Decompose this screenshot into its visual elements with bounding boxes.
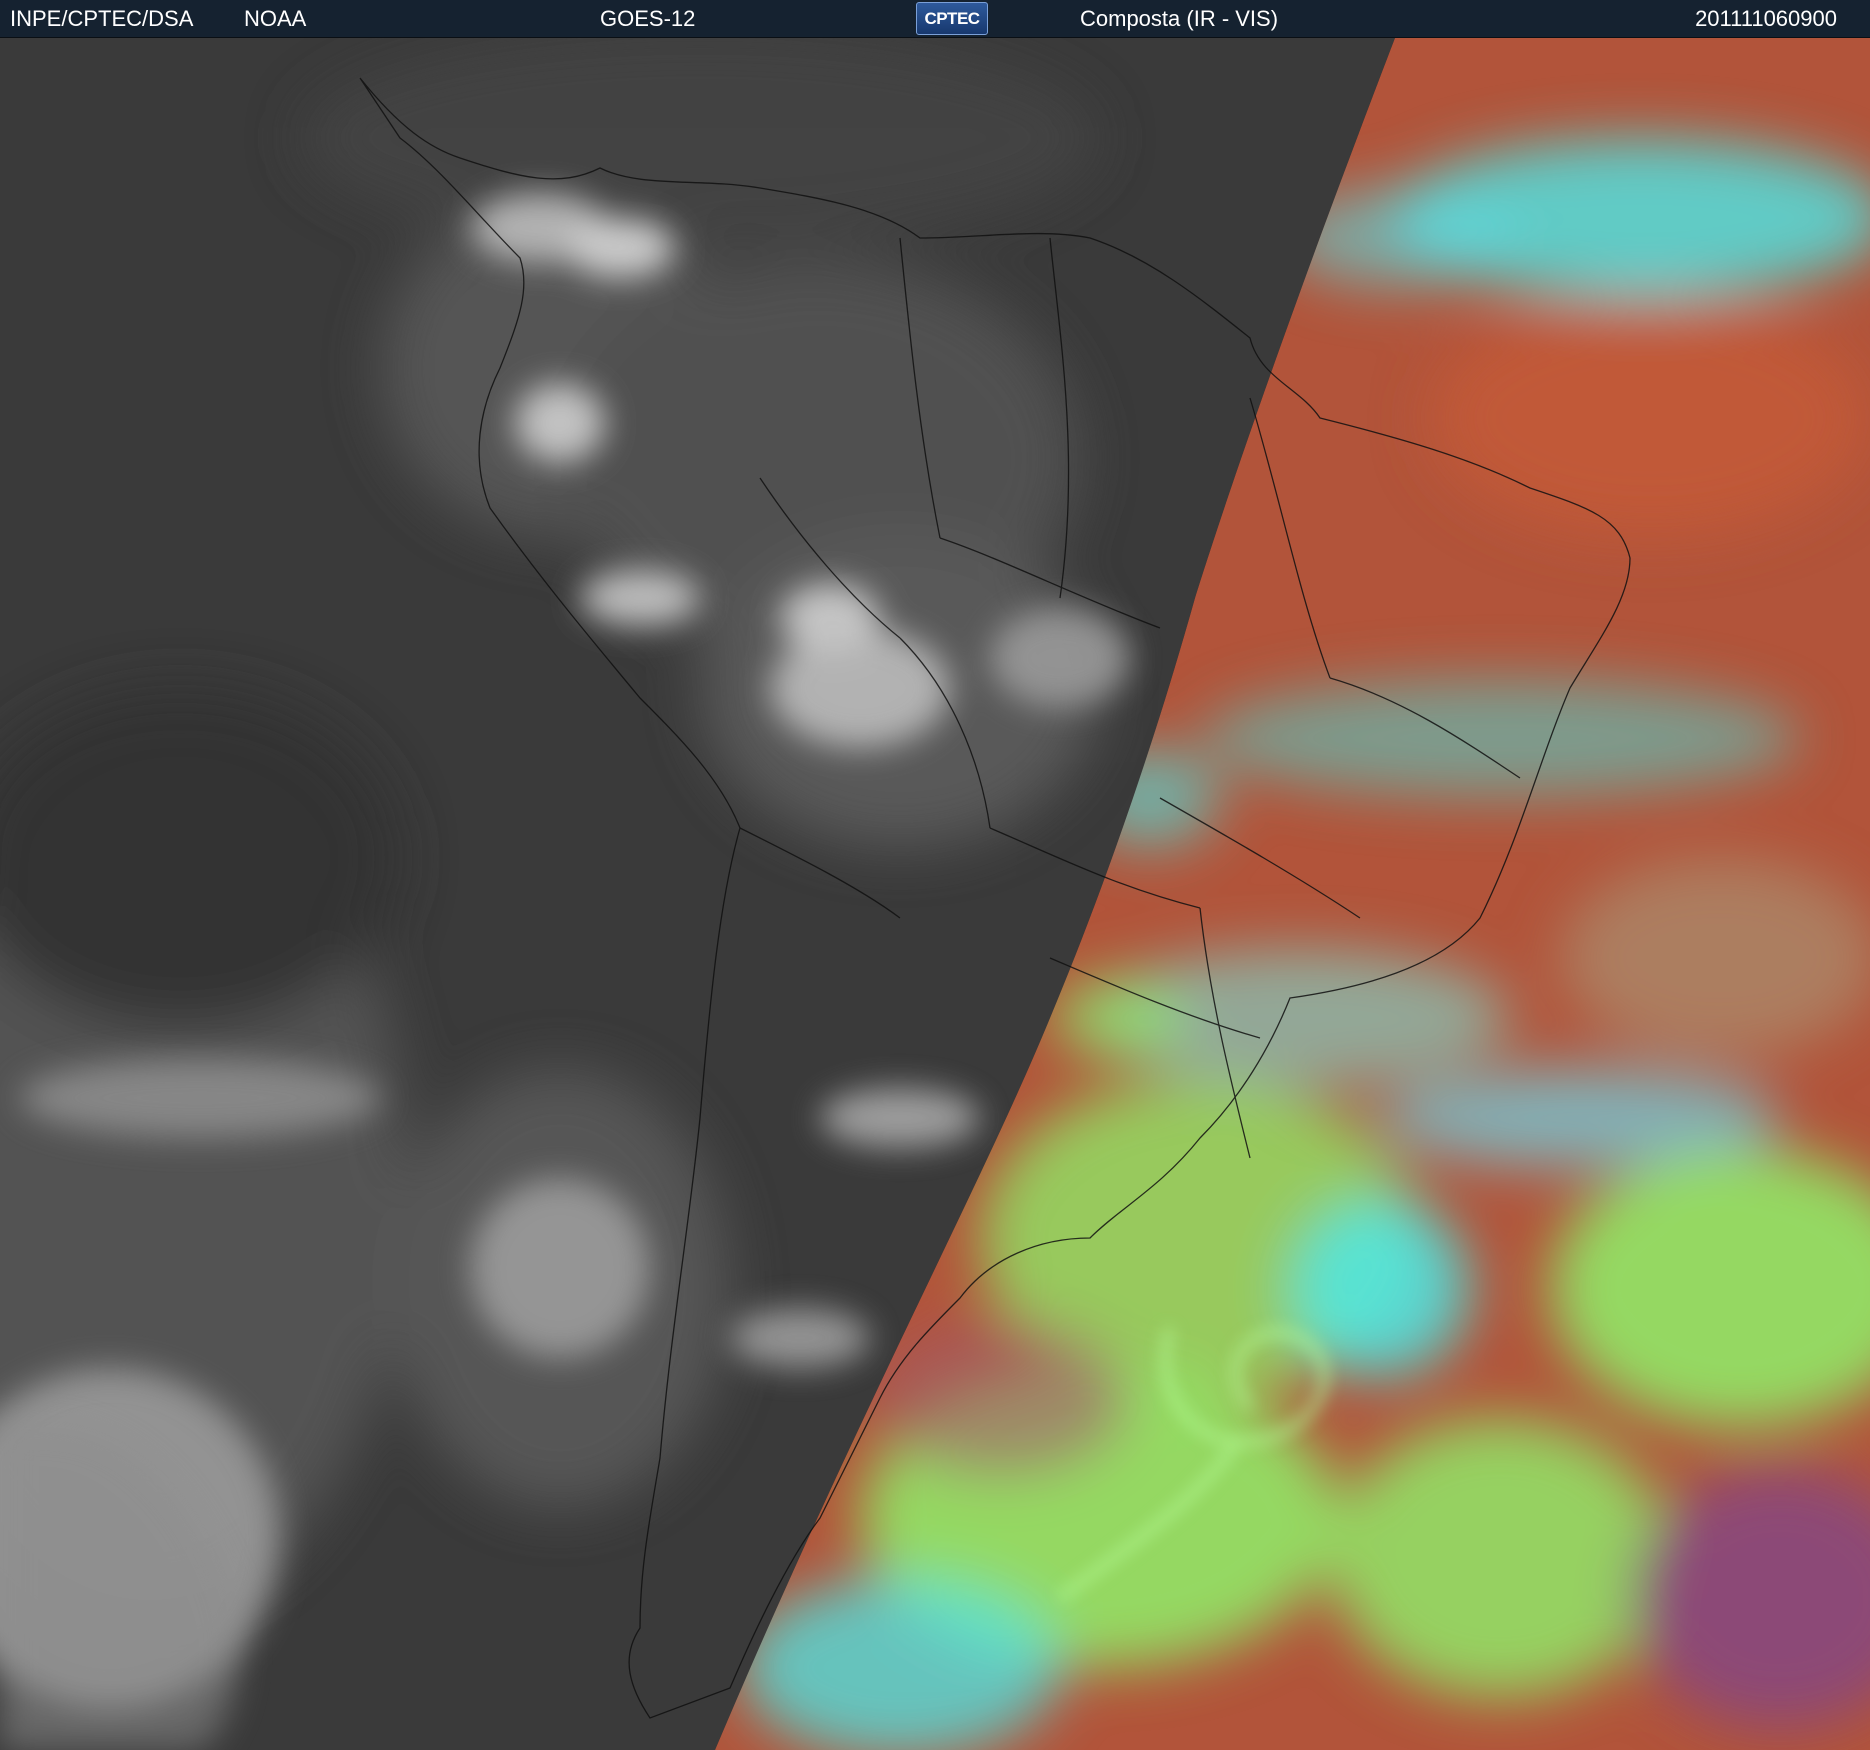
cptec-logo: CPTEC [916,2,988,35]
agency-label: NOAA [244,6,307,31]
satellite-composite-image [0,38,1870,1750]
organization-label: INPE/CPTEC/DSA [10,6,194,31]
header-bar: INPE/CPTEC/DSA NOAA GOES-12 CPTEC Compos… [0,0,1870,38]
product-label: Composta (IR - VIS) [1080,6,1279,31]
timestamp-label: 201111060900 [1695,6,1837,31]
satellite-label: GOES-12 [600,6,696,31]
